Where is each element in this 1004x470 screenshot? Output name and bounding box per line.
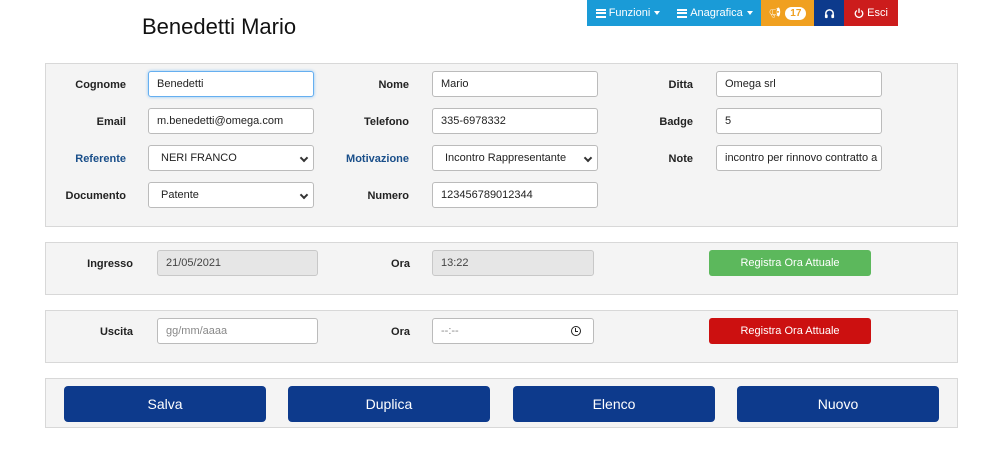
nuovo-button[interactable]: Nuovo	[737, 386, 939, 422]
power-icon	[854, 8, 864, 18]
funzioni-label: Funzioni	[608, 7, 651, 19]
ditta-label: Ditta	[668, 79, 693, 91]
caret-down-icon	[654, 11, 661, 15]
email-label: Email	[96, 116, 126, 128]
page-title: Benedetti Mario	[142, 14, 297, 39]
anagrafica-menu-button[interactable]: Anagrafica	[669, 0, 761, 26]
email-field[interactable]: m.benedetti@omega.com	[148, 108, 314, 134]
ingresso-time-field[interactable]: 13:22	[432, 250, 594, 276]
uscita-time-value: --:--	[441, 325, 459, 337]
nome-label: Nome	[378, 79, 409, 91]
uscita-date-field[interactable]: gg/mm/aaaa	[157, 318, 318, 344]
ingresso-date-field[interactable]: 21/05/2021	[157, 250, 318, 276]
chevron-down-icon	[299, 190, 309, 200]
nome-field[interactable]: Mario	[432, 71, 598, 97]
visitor-form-panel: Cognome Benedetti Nome Mario Ditta Omega…	[45, 63, 958, 227]
uscita-panel: Uscita gg/mm/aaaa Ora --:-- Registra Ora…	[45, 310, 958, 363]
numero-label: Numero	[367, 190, 409, 202]
logout-button[interactable]: Esci	[844, 0, 898, 26]
actions-panel: Salva Duplica Elenco Nuovo	[45, 378, 958, 428]
list-icon	[595, 8, 606, 18]
megaphone-icon: 📢︎	[768, 7, 782, 19]
telefono-field[interactable]: 335-6978332	[432, 108, 598, 134]
top-navbar: Funzioni Anagrafica 📢︎ 17 Esci	[587, 0, 898, 26]
elenco-button[interactable]: Elenco	[513, 386, 715, 422]
support-button[interactable]	[814, 0, 844, 26]
chevron-down-icon	[583, 153, 593, 163]
funzioni-menu-button[interactable]: Funzioni	[587, 0, 669, 26]
badge-label: Badge	[659, 116, 693, 128]
documento-value: Patente	[161, 189, 199, 201]
anagrafica-label: Anagrafica	[690, 7, 743, 19]
referente-label: Referente	[75, 153, 126, 165]
cognome-label: Cognome	[75, 79, 126, 91]
ingresso-label: Ingresso	[87, 258, 133, 270]
ingresso-register-button[interactable]: Registra Ora Attuale	[709, 250, 871, 276]
note-label: Note	[668, 153, 693, 165]
duplica-button[interactable]: Duplica	[288, 386, 490, 422]
caret-down-icon	[746, 11, 753, 15]
motivazione-value: Incontro Rappresentante	[445, 152, 567, 164]
ingresso-ora-label: Ora	[391, 258, 410, 270]
uscita-ora-label: Ora	[391, 326, 410, 338]
ingresso-panel: Ingresso 21/05/2021 Ora 13:22 Registra O…	[45, 242, 958, 295]
notifications-badge: 17	[785, 6, 807, 20]
cognome-field[interactable]: Benedetti	[148, 71, 314, 97]
clock-icon[interactable]	[571, 326, 581, 336]
referente-select[interactable]: NERI FRANCO	[148, 145, 314, 171]
uscita-time-field[interactable]: --:--	[432, 318, 594, 344]
headphones-icon	[824, 8, 834, 18]
esci-label: Esci	[867, 7, 888, 19]
referente-value: NERI FRANCO	[161, 152, 237, 164]
badge-field[interactable]: 5	[716, 108, 882, 134]
telefono-label: Telefono	[363, 116, 409, 128]
list-icon	[677, 8, 688, 18]
motivazione-select[interactable]: Incontro Rappresentante	[432, 145, 598, 171]
motivazione-label: Motivazione	[346, 153, 409, 165]
documento-select[interactable]: Patente	[148, 182, 314, 208]
numero-field[interactable]: 123456789012344	[432, 182, 598, 208]
documento-label: Documento	[65, 190, 127, 202]
ditta-field[interactable]: Omega srl	[716, 71, 882, 97]
uscita-label: Uscita	[99, 326, 133, 338]
salva-button[interactable]: Salva	[64, 386, 266, 422]
chevron-down-icon	[299, 153, 309, 163]
notifications-button[interactable]: 📢︎ 17	[761, 0, 814, 26]
note-field[interactable]: incontro per rinnovo contratto a	[716, 145, 882, 171]
uscita-register-button[interactable]: Registra Ora Attuale	[709, 318, 871, 344]
